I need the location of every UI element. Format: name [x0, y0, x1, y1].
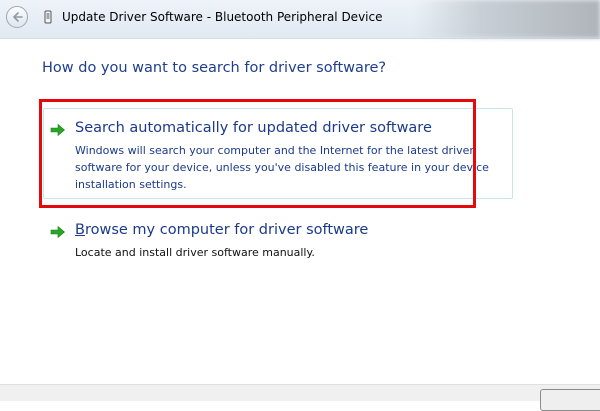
page-heading: How do you want to search for driver sof…: [42, 60, 387, 76]
back-arrow-icon: [13, 12, 23, 22]
device-icon: [44, 10, 52, 24]
window-title: Update Driver Software - Bluetooth Perip…: [62, 10, 383, 24]
accelerator-key: B: [75, 222, 85, 238]
option-title: Search automatically for updated driver …: [75, 120, 432, 136]
option-description: Windows will search your computer and th…: [75, 144, 489, 191]
option-title-rest: rowse my computer for driver software: [84, 222, 369, 238]
green-arrow-icon: [50, 225, 65, 239]
title-bar: Update Driver Software - Bluetooth Perip…: [0, 0, 600, 39]
back-button[interactable]: [6, 6, 28, 28]
green-arrow-icon: [50, 123, 65, 137]
cancel-button[interactable]: [540, 389, 600, 411]
option-description: Locate and install driver software manua…: [75, 246, 315, 259]
background-blur: [415, 0, 600, 38]
command-area: [0, 384, 600, 401]
option-title: Browse my computer for driver software: [75, 222, 368, 238]
